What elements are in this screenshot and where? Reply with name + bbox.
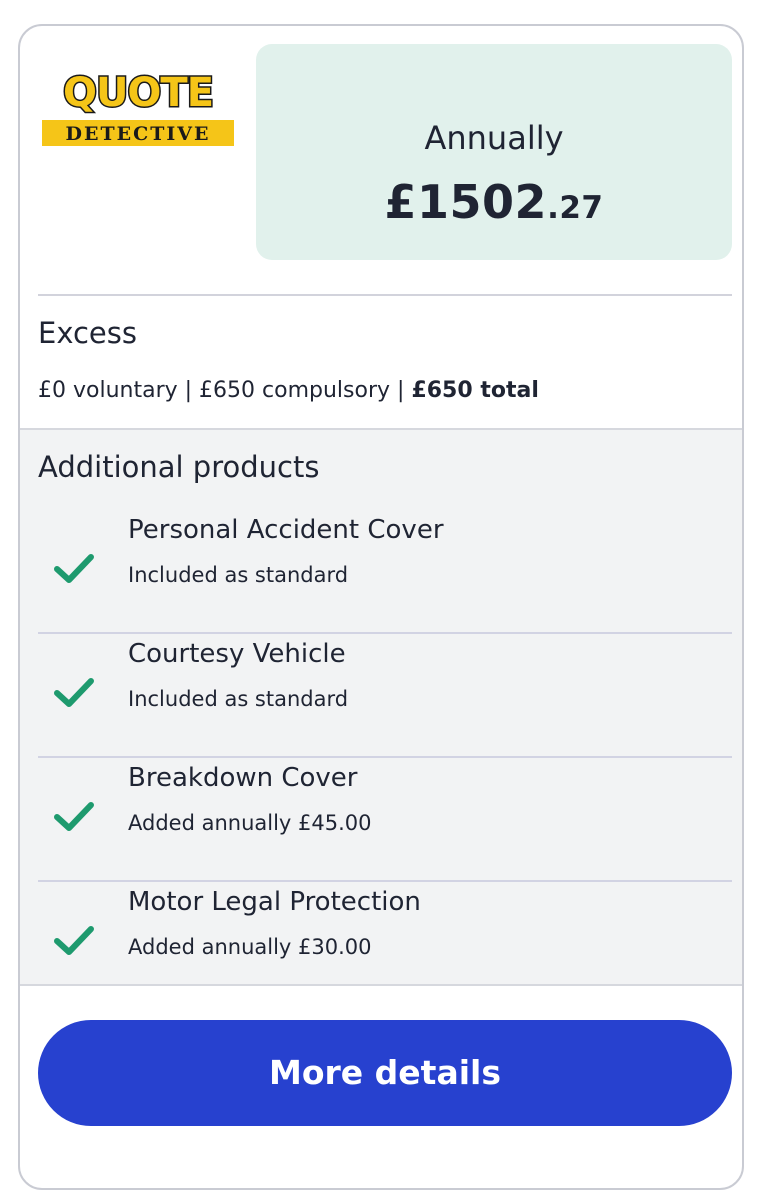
excess-separator: | [390,378,412,403]
price-pounds: £1502 [384,175,548,229]
excess-detail: £0 voluntary | £650 compulsory | £650 to… [38,376,539,406]
quote-detective-logo: QUOTE DETECTIVE [40,66,236,150]
check-icon [54,678,94,707]
addon-item: Breakdown Cover Added annually £45.00 [38,758,732,882]
addon-status: Included as standard [128,563,349,587]
addon-name: Motor Legal Protection [128,887,421,917]
addon-item: Courtesy Vehicle Included as standard [38,634,732,758]
logo-quote-text: QUOTE [63,70,213,116]
price-amount: £1502.27 [256,174,732,236]
price-box: Annually £1502.27 [256,44,732,260]
additional-products-section: Additional products Personal Accident Co… [20,428,742,986]
addon-name: Personal Accident Cover [128,515,444,545]
addon-item: Personal Accident Cover Included as stan… [38,510,732,634]
more-details-button[interactable]: More details [38,1020,732,1126]
addon-status: Added annually £30.00 [128,935,372,959]
addon-name: Courtesy Vehicle [128,639,346,669]
excess-compulsory: £650 compulsory [199,378,391,403]
price-pence: .27 [547,190,604,226]
excess-title: Excess [38,316,137,350]
check-icon [54,554,94,583]
divider [38,294,732,296]
logo-detective-text: DETECTIVE [66,123,211,145]
check-icon [54,802,94,831]
check-icon [54,926,94,955]
price-period: Annually [424,119,564,157]
excess-separator: | [177,378,200,403]
excess-total: £650 total [411,378,539,403]
excess-voluntary: £0 voluntary [38,378,178,403]
addon-status: Added annually £45.00 [128,811,372,835]
quote-card: QUOTE DETECTIVE Annually £1502.27 Excess… [18,24,744,1190]
additional-products-title: Additional products [38,450,320,484]
addon-item: Motor Legal Protection Added annually £3… [38,882,732,1006]
addon-status: Included as standard [128,687,349,711]
addon-name: Breakdown Cover [128,763,358,793]
